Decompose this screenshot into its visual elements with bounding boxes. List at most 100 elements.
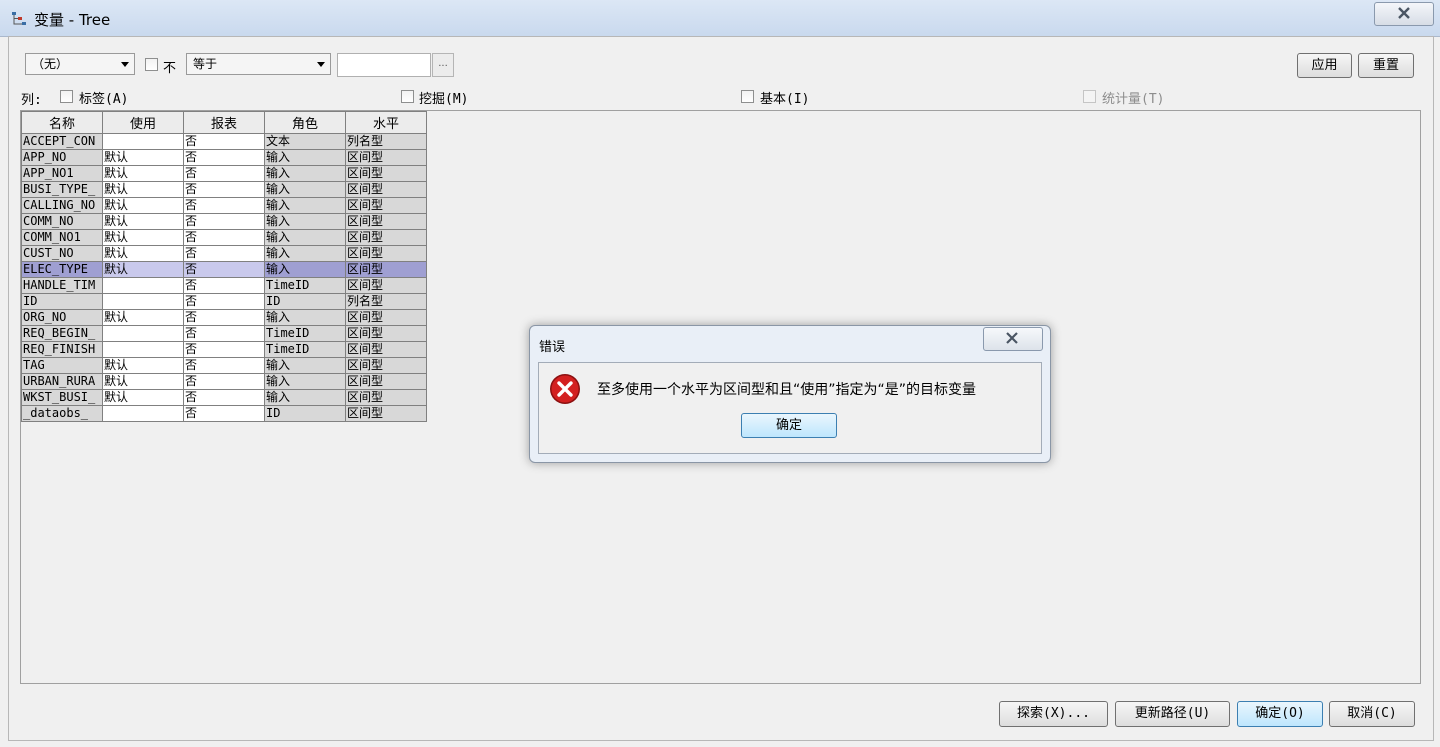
cell-level[interactable]: 区间型 <box>345 357 427 374</box>
cell-report[interactable]: 否 <box>183 165 265 182</box>
cell-level[interactable]: 区间型 <box>345 229 427 246</box>
column-header-name[interactable]: 名称 <box>21 111 103 134</box>
cell-role[interactable]: 输入 <box>264 389 346 406</box>
cell-use[interactable]: 默认 <box>102 357 184 374</box>
cell-name[interactable]: ELEC_TYPE <box>21 261 103 278</box>
explore-button[interactable]: 探索(X)... <box>999 701 1108 727</box>
table-row[interactable]: COMM_NO1 默认否输入 区间型 <box>21 229 427 246</box>
table-row[interactable]: APP_NO 默认否输入 区间型 <box>21 149 427 166</box>
cell-role[interactable]: 输入 <box>264 373 346 390</box>
table-row[interactable]: BUSI_TYPE_ 默认否输入 区间型 <box>21 181 427 198</box>
cell-name[interactable]: _dataobs_ <box>21 405 103 422</box>
table-row[interactable]: APP_NO1 默认否输入 区间型 <box>21 165 427 182</box>
cell-use[interactable] <box>102 325 184 342</box>
cell-level[interactable]: 区间型 <box>345 373 427 390</box>
cell-level[interactable]: 区间型 <box>345 405 427 422</box>
cell-use[interactable] <box>102 277 184 294</box>
cell-role[interactable]: 输入 <box>264 245 346 262</box>
cell-use[interactable] <box>102 293 184 310</box>
cell-role[interactable]: 输入 <box>264 261 346 278</box>
ellipsis-button[interactable]: ... <box>432 53 454 77</box>
cancel-button[interactable]: 取消(C) <box>1329 701 1415 727</box>
cell-name[interactable]: HANDLE_TIM <box>21 277 103 294</box>
cell-name[interactable]: REQ_BEGIN_ <box>21 325 103 342</box>
cell-name[interactable]: BUSI_TYPE_ <box>21 181 103 198</box>
cell-report[interactable]: 否 <box>183 197 265 214</box>
cell-name[interactable]: ORG_NO <box>21 309 103 326</box>
cell-report[interactable]: 否 <box>183 357 265 374</box>
cell-level[interactable]: 列名型 <box>345 133 427 150</box>
table-row[interactable]: CUST_NO 默认否输入 区间型 <box>21 245 427 262</box>
cell-level[interactable]: 区间型 <box>345 309 427 326</box>
not-checkbox[interactable] <box>145 58 158 71</box>
cell-use[interactable]: 默认 <box>102 149 184 166</box>
field-select[interactable]: （无） <box>25 53 135 75</box>
cell-level[interactable]: 区间型 <box>345 325 427 342</box>
cell-role[interactable]: 输入 <box>264 197 346 214</box>
cell-role[interactable]: ID <box>264 293 346 310</box>
cell-level[interactable]: 区间型 <box>345 245 427 262</box>
cell-report[interactable]: 否 <box>183 277 265 294</box>
cell-role[interactable]: 输入 <box>264 149 346 166</box>
table-row[interactable]: REQ_FINISH 否 TimeID 区间型 <box>21 341 427 358</box>
cell-role[interactable]: 输入 <box>264 165 346 182</box>
cell-report[interactable]: 否 <box>183 325 265 342</box>
cell-report[interactable]: 否 <box>183 373 265 390</box>
operator-select[interactable]: 等于 <box>186 53 331 75</box>
cell-name[interactable]: COMM_NO <box>21 213 103 230</box>
cell-use[interactable]: 默认 <box>102 165 184 182</box>
filter-value-input[interactable] <box>337 53 431 77</box>
table-row[interactable]: CALLING_NO 默认否输入 区间型 <box>21 197 427 214</box>
cell-name[interactable]: APP_NO1 <box>21 165 103 182</box>
ok-button[interactable]: 确定(O) <box>1237 701 1323 727</box>
cell-use[interactable] <box>102 133 184 150</box>
cell-use[interactable]: 默认 <box>102 309 184 326</box>
cell-name[interactable]: REQ_FINISH <box>21 341 103 358</box>
table-row[interactable]: TAG 默认否输入 区间型 <box>21 357 427 374</box>
cell-level[interactable]: 区间型 <box>345 389 427 406</box>
cell-name[interactable]: CALLING_NO <box>21 197 103 214</box>
cell-use[interactable]: 默认 <box>102 229 184 246</box>
mining-checkbox[interactable] <box>401 90 414 103</box>
table-row[interactable]: ELEC_TYPE 默认否输入 区间型 <box>21 261 427 278</box>
cell-name[interactable]: ACCEPT_CON <box>21 133 103 150</box>
cell-role[interactable]: TimeID <box>264 277 346 294</box>
cell-role[interactable]: 输入 <box>264 309 346 326</box>
cell-level[interactable]: 区间型 <box>345 261 427 278</box>
cell-role[interactable]: 输入 <box>264 357 346 374</box>
cell-level[interactable]: 区间型 <box>345 213 427 230</box>
cell-report[interactable]: 否 <box>183 149 265 166</box>
column-header-use[interactable]: 使用 <box>102 111 184 134</box>
cell-report[interactable]: 否 <box>183 293 265 310</box>
table-row[interactable]: COMM_NO 默认否输入 区间型 <box>21 213 427 230</box>
cell-role[interactable]: 输入 <box>264 213 346 230</box>
cell-role[interactable]: 文本 <box>264 133 346 150</box>
table-row[interactable]: HANDLE_TIM 否 TimeID 区间型 <box>21 277 427 294</box>
cell-use[interactable]: 默认 <box>102 181 184 198</box>
cell-role[interactable]: TimeID <box>264 325 346 342</box>
cell-use[interactable]: 默认 <box>102 389 184 406</box>
column-header-report[interactable]: 报表 <box>183 111 265 134</box>
basic-checkbox[interactable] <box>741 90 754 103</box>
cell-use[interactable] <box>102 405 184 422</box>
column-header-role[interactable]: 角色 <box>264 111 346 134</box>
cell-report[interactable]: 否 <box>183 309 265 326</box>
cell-level[interactable]: 区间型 <box>345 149 427 166</box>
cell-report[interactable]: 否 <box>183 229 265 246</box>
table-row[interactable]: URBAN_RURA 默认否输入 区间型 <box>21 373 427 390</box>
cell-name[interactable]: CUST_NO <box>21 245 103 262</box>
table-row[interactable]: ACCEPT_CON 否文本 列名型 <box>21 133 427 150</box>
cell-use[interactable] <box>102 341 184 358</box>
cell-role[interactable]: 输入 <box>264 229 346 246</box>
cell-name[interactable]: WKST_BUSI_ <box>21 389 103 406</box>
cell-use[interactable]: 默认 <box>102 197 184 214</box>
cell-level[interactable]: 区间型 <box>345 165 427 182</box>
cell-name[interactable]: COMM_NO1 <box>21 229 103 246</box>
cell-use[interactable]: 默认 <box>102 373 184 390</box>
dialog-close-button[interactable] <box>983 327 1043 351</box>
cell-report[interactable]: 否 <box>183 261 265 278</box>
cell-name[interactable]: APP_NO <box>21 149 103 166</box>
cell-name[interactable]: URBAN_RURA <box>21 373 103 390</box>
cell-level[interactable]: 区间型 <box>345 341 427 358</box>
cell-role[interactable]: TimeID <box>264 341 346 358</box>
